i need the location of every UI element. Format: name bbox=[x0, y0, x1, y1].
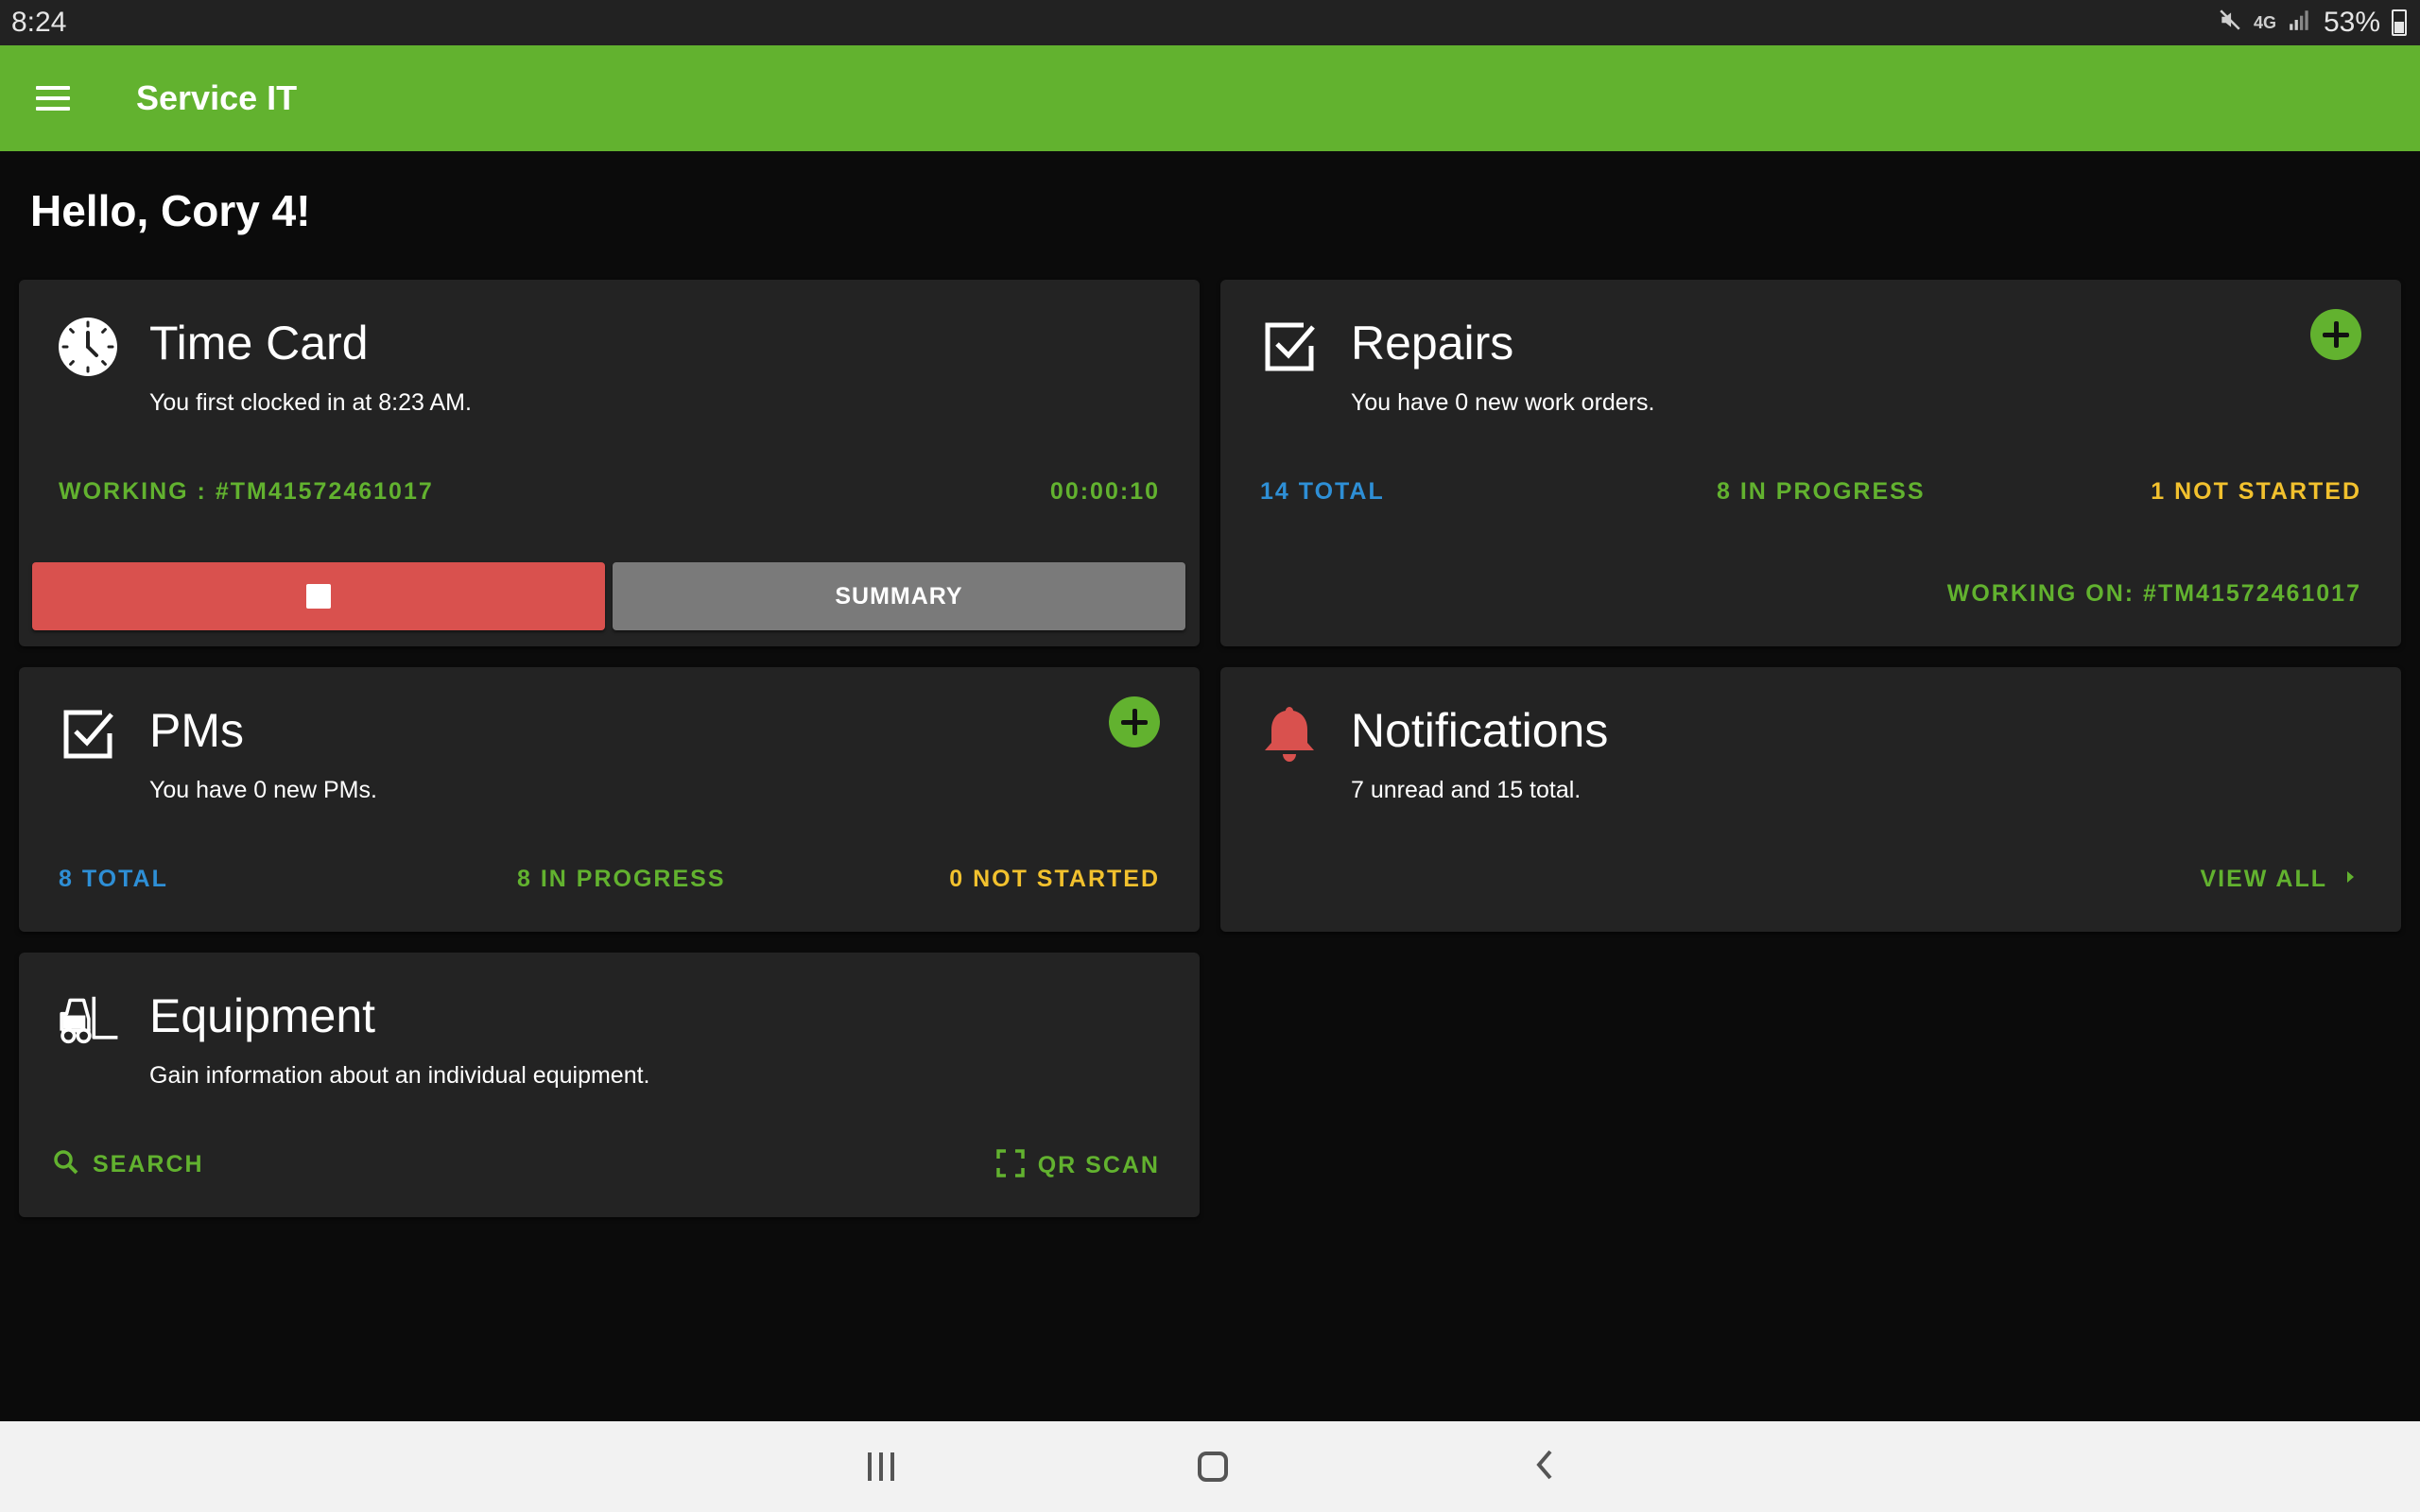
bell-icon bbox=[1256, 701, 1322, 767]
battery-percent: 53% bbox=[2323, 7, 2380, 38]
hamburger-icon bbox=[36, 86, 70, 111]
card-title: Equipment bbox=[149, 989, 376, 1042]
stop-icon bbox=[306, 584, 331, 609]
network-label: 4G bbox=[2253, 12, 2276, 32]
add-pm-button[interactable] bbox=[1109, 696, 1160, 747]
summary-button[interactable]: SUMMARY bbox=[613, 562, 1185, 630]
card-title: PMs bbox=[149, 704, 244, 757]
card-subtitle: You have 0 new PMs. bbox=[149, 777, 377, 803]
working-on-link[interactable]: WORKING ON: #TM41572461017 bbox=[1947, 580, 2361, 608]
menu-button[interactable] bbox=[0, 45, 106, 151]
mute-icon bbox=[2218, 8, 2242, 39]
status-icons: 4G 53% bbox=[2218, 7, 2407, 39]
checkbox-icon bbox=[55, 701, 121, 767]
search-label: SEARCH bbox=[93, 1151, 204, 1177]
qr-scan-icon bbox=[995, 1149, 1025, 1182]
card-title: Notifications bbox=[1351, 704, 1609, 757]
back-icon bbox=[1531, 1448, 1560, 1486]
search-link[interactable]: SEARCH bbox=[53, 1149, 204, 1180]
repairs-card[interactable]: Repairs You have 0 new work orders. 14 T… bbox=[1220, 280, 2401, 646]
recents-button[interactable] bbox=[824, 1421, 938, 1512]
back-button[interactable] bbox=[1489, 1421, 1602, 1512]
view-all-label: VIEW ALL bbox=[2200, 866, 2327, 892]
pms-in-progress[interactable]: 8 IN PROGRESS bbox=[517, 866, 726, 893]
equipment-card[interactable]: Equipment Gain information about an indi… bbox=[19, 953, 1200, 1217]
pms-card[interactable]: PMs You have 0 new PMs. 8 TOTAL 8 IN PRO… bbox=[19, 667, 1200, 932]
pms-not-started[interactable]: 0 NOT STARTED bbox=[949, 866, 1160, 893]
battery-icon bbox=[2392, 9, 2407, 36]
card-subtitle: You have 0 new work orders. bbox=[1351, 389, 1655, 416]
pms-total[interactable]: 8 TOTAL bbox=[59, 866, 168, 893]
forklift-icon bbox=[55, 987, 121, 1053]
system-nav-bar bbox=[0, 1421, 2420, 1512]
card-title: Time Card bbox=[149, 317, 369, 369]
greeting: Hello, Cory 4! bbox=[30, 186, 311, 235]
status-time: 8:24 bbox=[11, 7, 67, 38]
recents-icon bbox=[868, 1452, 894, 1481]
signal-icon bbox=[2288, 8, 2312, 39]
qr-scan-label: QR SCAN bbox=[1037, 1152, 1160, 1178]
clock-icon bbox=[55, 314, 121, 380]
card-subtitle: 7 unread and 15 total. bbox=[1351, 777, 1582, 803]
working-label: WORKING : #TM41572461017 bbox=[59, 478, 434, 505]
card-subtitle: Gain information about an individual equ… bbox=[149, 1062, 650, 1089]
time-card[interactable]: Time Card You first clocked in at 8:23 A… bbox=[19, 280, 1200, 646]
search-icon bbox=[53, 1149, 79, 1180]
repairs-in-progress[interactable]: 8 IN PROGRESS bbox=[1717, 478, 1926, 506]
notifications-card[interactable]: Notifications 7 unread and 15 total. VIE… bbox=[1220, 667, 2401, 932]
view-all-link[interactable]: VIEW ALL bbox=[2200, 866, 2361, 893]
repairs-total[interactable]: 14 TOTAL bbox=[1260, 478, 1385, 506]
stop-button[interactable] bbox=[32, 562, 605, 630]
app-bar: Service IT bbox=[0, 45, 2420, 151]
home-icon bbox=[1198, 1452, 1228, 1482]
card-subtitle: You first clocked in at 8:23 AM. bbox=[149, 389, 472, 416]
app-title: Service IT bbox=[136, 78, 298, 117]
add-repair-button[interactable] bbox=[2310, 309, 2361, 360]
checkbox-icon bbox=[1256, 314, 1322, 380]
chevron-right-icon bbox=[2341, 867, 2361, 892]
qr-scan-link[interactable]: QR SCAN bbox=[995, 1149, 1160, 1182]
card-title: Repairs bbox=[1351, 317, 1514, 369]
repairs-not-started[interactable]: 1 NOT STARTED bbox=[2151, 478, 2361, 506]
timer: 00:00:10 bbox=[1049, 478, 1160, 505]
status-bar: 8:24 4G 53% bbox=[0, 0, 2420, 45]
home-button[interactable] bbox=[1156, 1421, 1270, 1512]
